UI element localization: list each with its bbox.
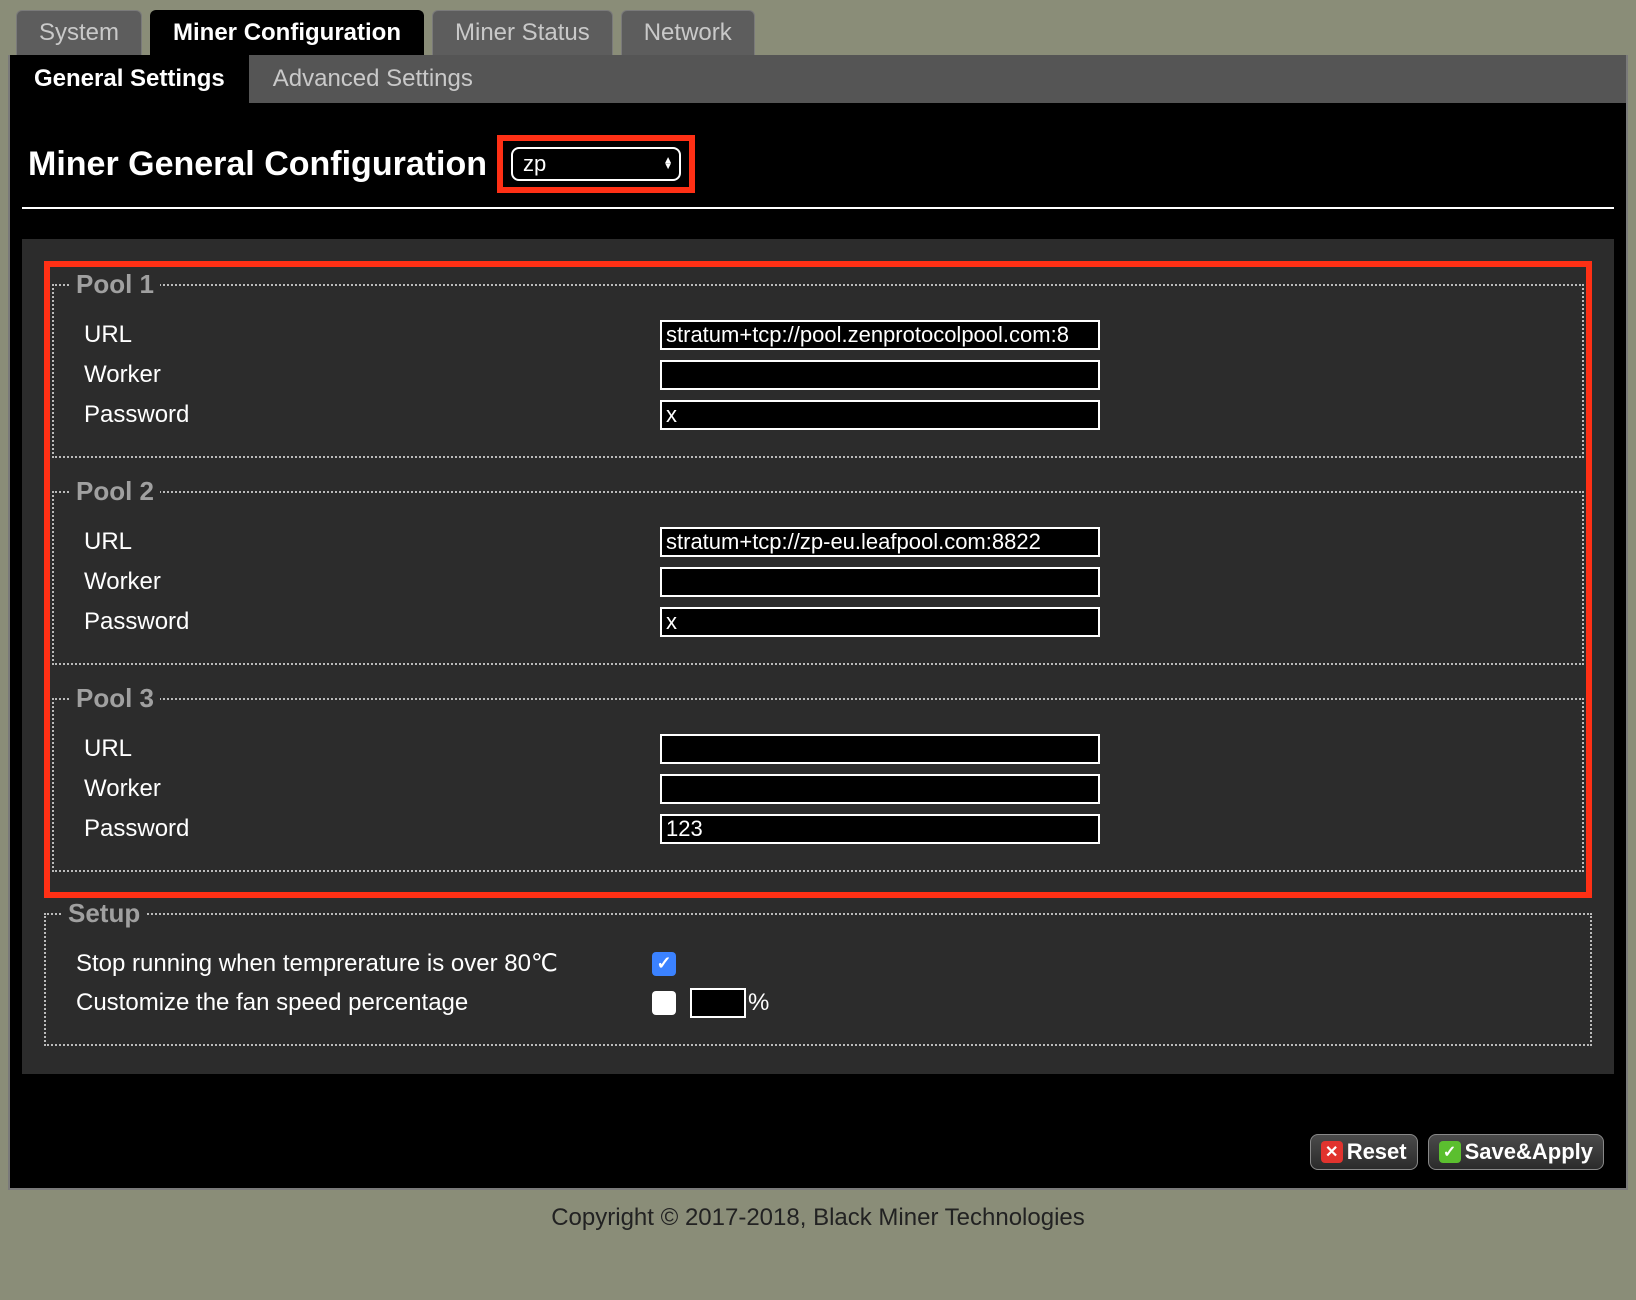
sub-tabs: General Settings Advanced Settings (10, 55, 1626, 103)
pool-2-fieldset: Pool 2 URL Worker Password (52, 476, 1584, 665)
pool-3-worker-input[interactable] (660, 774, 1100, 804)
temp-stop-label: Stop running when temprerature is over 8… (62, 949, 652, 978)
save-apply-button[interactable]: ✓ Save&Apply (1428, 1134, 1604, 1170)
subtab-general-settings[interactable]: General Settings (10, 55, 249, 103)
pool-3-url-label: URL (70, 735, 660, 763)
tab-miner-configuration[interactable]: Miner Configuration (150, 10, 424, 55)
subtab-advanced-settings[interactable]: Advanced Settings (249, 55, 497, 103)
fan-speed-checkbox[interactable] (652, 991, 676, 1015)
top-tabs: System Miner Configuration Miner Status … (8, 10, 1628, 55)
title-row: Miner General Configuration zp ▲▼ (22, 119, 1614, 209)
pool-2-worker-input[interactable] (660, 567, 1100, 597)
pool-2-url-label: URL (70, 528, 660, 556)
action-bar: ✕ Reset ✓ Save&Apply (22, 1074, 1614, 1182)
algo-select-highlight: zp ▲▼ (497, 135, 695, 193)
setup-legend: Setup (62, 898, 146, 929)
pool-2-legend: Pool 2 (70, 476, 160, 507)
body-area: Pool 1 URL Worker Password (22, 239, 1614, 1074)
pools-highlight: Pool 1 URL Worker Password (44, 261, 1592, 898)
pool-1-password-label: Password (70, 401, 660, 429)
pool-1-worker-label: Worker (70, 361, 660, 389)
pool-2-url-input[interactable] (660, 527, 1100, 557)
pool-3-fieldset: Pool 3 URL Worker Password (52, 683, 1584, 872)
tab-miner-status[interactable]: Miner Status (432, 10, 613, 55)
fan-speed-label: Customize the fan speed percentage (62, 989, 652, 1017)
pool-1-fieldset: Pool 1 URL Worker Password (52, 269, 1584, 458)
content: Miner General Configuration zp ▲▼ Pool 1 (10, 103, 1626, 1188)
main-panel: General Settings Advanced Settings Miner… (8, 55, 1628, 1190)
pool-1-legend: Pool 1 (70, 269, 160, 300)
pool-3-worker-label: Worker (70, 775, 660, 803)
pool-1-url-input[interactable] (660, 320, 1100, 350)
pool-3-password-label: Password (70, 815, 660, 843)
pool-2-worker-label: Worker (70, 568, 660, 596)
pool-1-password-input[interactable] (660, 400, 1100, 430)
setup-fieldset: Setup Stop running when temprerature is … (44, 898, 1592, 1046)
close-icon: ✕ (1321, 1141, 1343, 1163)
temp-stop-checkbox[interactable]: ✓ (652, 952, 676, 976)
reset-button[interactable]: ✕ Reset (1310, 1134, 1418, 1170)
tab-network[interactable]: Network (621, 10, 755, 55)
copyright: Copyright © 2017-2018, Black Miner Techn… (8, 1190, 1628, 1246)
pool-3-url-input[interactable] (660, 734, 1100, 764)
reset-button-label: Reset (1347, 1139, 1407, 1165)
percent-label: % (748, 989, 769, 1017)
save-apply-button-label: Save&Apply (1465, 1139, 1593, 1165)
algo-select-value: zp (523, 151, 546, 177)
pool-2-password-input[interactable] (660, 607, 1100, 637)
page-title: Miner General Configuration (28, 145, 487, 184)
tab-system[interactable]: System (16, 10, 142, 55)
pool-1-url-label: URL (70, 321, 660, 349)
pool-3-password-input[interactable] (660, 814, 1100, 844)
algo-select[interactable]: zp ▲▼ (511, 147, 681, 181)
select-arrows-icon: ▲▼ (663, 158, 673, 170)
pool-1-worker-input[interactable] (660, 360, 1100, 390)
fan-speed-input[interactable] (690, 988, 746, 1018)
check-icon: ✓ (1439, 1141, 1461, 1163)
pool-2-password-label: Password (70, 608, 660, 636)
pool-3-legend: Pool 3 (70, 683, 160, 714)
